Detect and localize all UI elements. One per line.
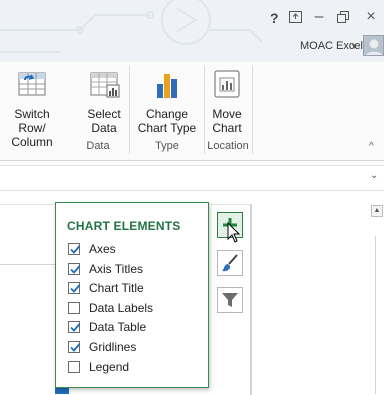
ribbon-group-location: Location — [207, 140, 249, 152]
checkmark-icon — [70, 284, 81, 294]
chart-element-label: Gridlines — [89, 340, 137, 354]
chart-element-item[interactable]: Data Table — [68, 319, 146, 335]
close-button[interactable]: × — [360, 6, 382, 28]
chart-element-label: Axis Titles — [89, 261, 144, 276]
switch-row-column-label-1: Switch Row/ — [14, 107, 50, 135]
chart-element-checkbox[interactable] — [68, 262, 81, 275]
chart-elements-flyout: CHART ELEMENTS Axes Axis Titles Chart Titl… — [55, 202, 209, 388]
chart-element-label: Legend — [89, 359, 130, 374]
chart-element-label: Data Labels — [89, 300, 154, 315]
chart-element-checkbox[interactable] — [68, 360, 80, 373]
restore-button[interactable] — [332, 6, 354, 28]
move-chart-button[interactable]: Move Chart — [206, 68, 248, 135]
chart-element-item[interactable]: Axis Titles — [68, 261, 143, 277]
chart-element-checkbox[interactable] — [68, 282, 81, 295]
chart-element-checkbox[interactable] — [68, 321, 81, 334]
chart-element-item[interactable]: Axes — [68, 241, 116, 257]
ribbon: Switch Row/ Column Select Data Change Ch… — [0, 62, 384, 161]
chart-element-item[interactable]: Chart Title — [68, 280, 144, 296]
restore-icon — [337, 11, 349, 23]
move-chart-label-1: Move — [212, 107, 242, 121]
avatar[interactable] — [363, 35, 384, 56]
chart-gridline — [0, 264, 55, 265]
switch-row-column-label-2: Column — [11, 135, 53, 149]
account-dropdown-icon[interactable]: ▾ — [352, 41, 357, 52]
select-data-button[interactable]: Select Data — [84, 68, 124, 135]
chart-element-checkbox[interactable] — [68, 341, 81, 353]
chart-styles-button[interactable] — [217, 250, 243, 276]
chart-element-item[interactable]: Gridlines — [68, 339, 136, 355]
collapse-ribbon-button[interactable]: ^ — [369, 141, 374, 152]
filter-icon — [222, 293, 238, 307]
user-silhouette-icon — [365, 39, 383, 55]
select-data-label-2: Data — [91, 121, 117, 135]
formula-bar[interactable] — [0, 165, 384, 191]
minimize-button[interactable]: – — [309, 6, 329, 28]
scroll-up-button[interactable]: ▲ — [371, 205, 383, 217]
ribbon-group-separator — [129, 66, 130, 154]
paintbrush-icon — [222, 254, 238, 272]
ribbon-group-data: Data — [86, 140, 110, 152]
change-chart-type-button[interactable]: Change Chart Type — [133, 68, 201, 135]
chart-filters-button[interactable] — [217, 287, 243, 313]
chart-element-label: Data Table — [89, 320, 147, 335]
chart-element-item[interactable]: Data Labels — [68, 300, 153, 316]
chart-element-label: Axes — [89, 242, 116, 256]
select-data-icon — [90, 72, 120, 98]
flyout-title: CHART ELEMENTS — [67, 219, 181, 233]
checkmark-icon — [70, 245, 81, 254]
pane-divider — [375, 236, 376, 394]
expand-formula-bar-icon[interactable]: ⌄ — [370, 170, 378, 181]
move-chart-label-2: Chart — [212, 121, 242, 135]
mouse-pointer-icon — [227, 222, 241, 243]
chart-element-label: Chart Title — [89, 281, 144, 296]
ribbon-group-type: Type — [155, 140, 179, 152]
switch-row-column-icon — [18, 72, 46, 96]
chart-element-checkbox[interactable] — [68, 301, 80, 314]
change-chart-type-icon — [157, 74, 177, 98]
checkmark-icon — [70, 323, 81, 333]
ribbon-display-icon — [288, 11, 302, 23]
title-bar: ? – × MOAC Excel ▾ — [0, 0, 384, 62]
help-button[interactable]: ? — [270, 10, 279, 26]
ribbon-display-options-button[interactable] — [285, 6, 305, 28]
switch-row-column-button[interactable]: Switch Row/ Column — [2, 68, 62, 149]
ribbon-group-separator — [252, 66, 253, 154]
change-chart-type-label-1: Change — [145, 107, 189, 121]
chart-element-item[interactable]: Legend — [68, 359, 129, 375]
checkmark-icon — [70, 343, 81, 352]
chart-element-checkbox[interactable] — [68, 243, 81, 255]
checkmark-icon — [70, 265, 81, 274]
select-data-label-1: Select — [87, 107, 121, 121]
move-chart-icon — [214, 70, 240, 98]
change-chart-type-label-2: Chart Type — [137, 121, 197, 135]
